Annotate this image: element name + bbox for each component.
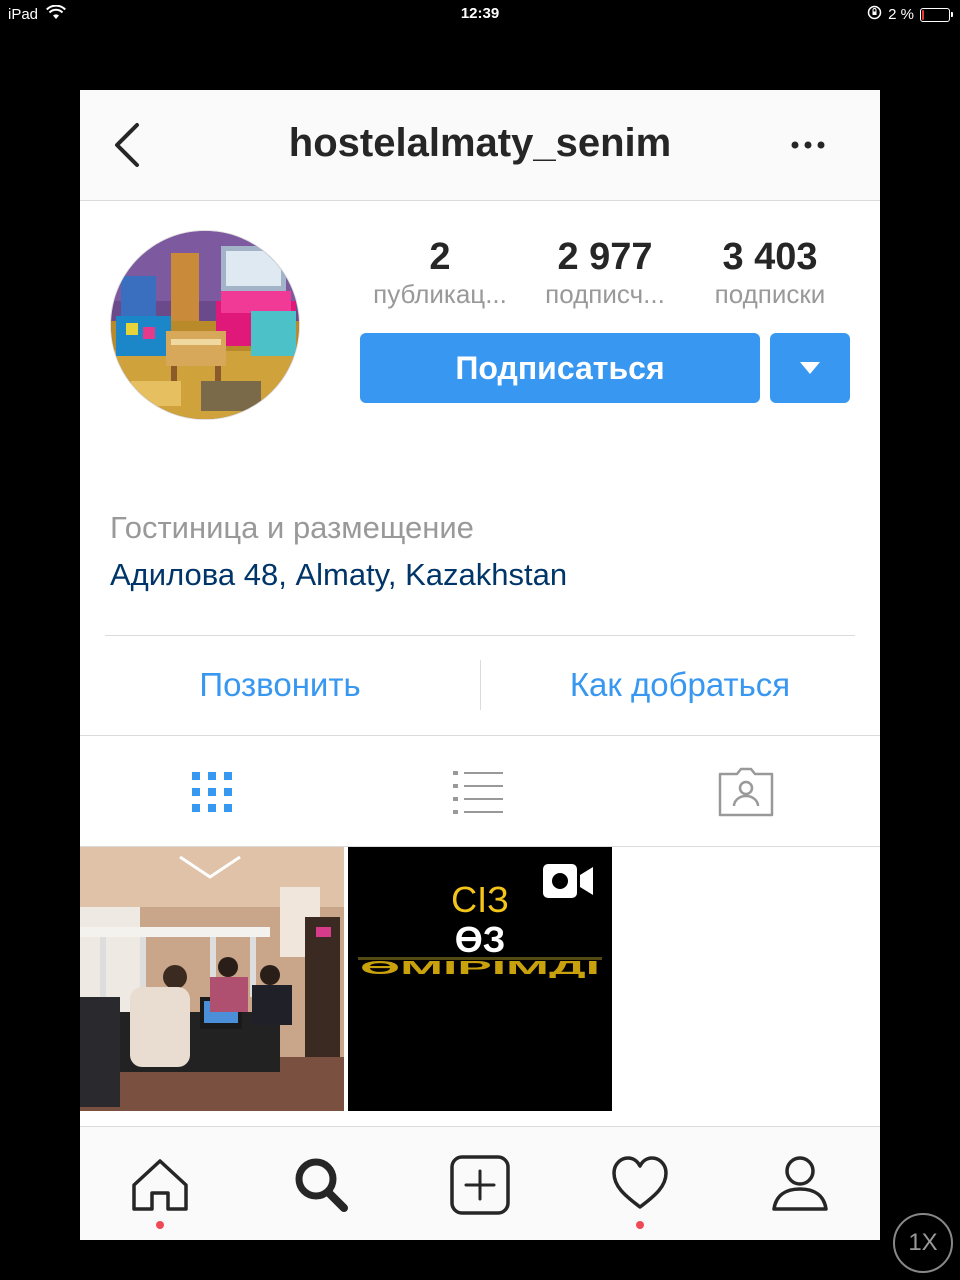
- directions-button[interactable]: Как добраться: [480, 660, 880, 710]
- follow-button[interactable]: Подписаться: [360, 333, 760, 403]
- followers-count: 2 977: [557, 236, 653, 278]
- tab-search[interactable]: [240, 1127, 400, 1240]
- divider: [105, 635, 855, 636]
- list-icon: [453, 771, 503, 814]
- svg-text:СІЗ: СІЗ: [451, 879, 509, 920]
- heart-icon: [612, 1156, 668, 1209]
- top-nav: hostelalmaty_senim: [80, 90, 880, 201]
- tab-new-post[interactable]: [400, 1127, 560, 1240]
- business-address-link[interactable]: Адилова 48, Almaty, Kazakhstan: [110, 557, 567, 593]
- tab-list[interactable]: [438, 756, 518, 828]
- following-count: 3 403: [722, 236, 818, 278]
- home-icon: [132, 1159, 188, 1211]
- activity-notification-dot: [636, 1221, 644, 1229]
- stat-followers[interactable]: 2 977 подписч...: [530, 235, 680, 309]
- stat-following[interactable]: 3 403 подписки: [695, 235, 845, 309]
- grid-icon: [192, 772, 232, 812]
- profile-username: hostelalmaty_senim: [288, 121, 672, 165]
- bottom-tab-bar: [80, 1126, 880, 1240]
- battery-fill: [922, 9, 924, 20]
- profile-view-tabs: [80, 735, 880, 847]
- posts-count: 2: [429, 236, 451, 278]
- profile-avatar[interactable]: [110, 230, 300, 420]
- battery-percent: 2 %: [888, 6, 914, 23]
- svg-text:ӨЗ: ӨЗ: [455, 919, 506, 960]
- search-icon: [295, 1158, 348, 1212]
- tab-home[interactable]: [80, 1127, 240, 1240]
- following-label: подписки: [714, 279, 826, 309]
- stat-posts[interactable]: 2 публикац...: [360, 235, 520, 309]
- posts-label: публикац...: [373, 279, 507, 309]
- post-photo-image: [80, 847, 344, 1111]
- call-button[interactable]: Позвонить: [80, 660, 480, 710]
- business-category: Гостиница и размещение: [110, 510, 474, 545]
- more-dots-icon: [791, 141, 825, 149]
- video-camera-icon: [543, 864, 593, 898]
- suggestions-dropdown-button[interactable]: [770, 333, 850, 403]
- tab-tagged[interactable]: [706, 756, 786, 828]
- profile-stats: 2 публикац... 2 977 подписч... 3 403 под…: [360, 235, 850, 315]
- zoom-toggle-button[interactable]: 1X: [893, 1213, 953, 1273]
- avatar-image: [111, 231, 299, 419]
- rotation-lock-icon: [867, 5, 882, 24]
- tab-profile[interactable]: [720, 1127, 880, 1240]
- home-notification-dot: [156, 1221, 164, 1229]
- add-post-icon: [450, 1155, 510, 1215]
- tab-grid[interactable]: [172, 756, 252, 828]
- status-right: 2 %: [867, 5, 953, 24]
- triangle-down-icon: [800, 362, 820, 374]
- status-time: 12:39: [460, 5, 500, 22]
- more-options-button[interactable]: [780, 130, 840, 160]
- svg-text:ӨМІРІМДІ: ӨМІРІМДІ: [360, 958, 600, 978]
- video-post-thumbnail[interactable]: СІЗ ӨЗ ӨМІРІМДІ: [348, 847, 612, 1111]
- tagged-icon: [718, 767, 774, 817]
- followers-label: подписч...: [545, 279, 665, 309]
- profile-icon: [772, 1156, 828, 1211]
- post-thumbnail[interactable]: [80, 847, 344, 1111]
- instagram-app: hostelalmaty_senim 2 публикац... 2 977 п…: [80, 90, 880, 1240]
- battery-icon: [920, 7, 953, 22]
- status-bar: iPad 12:39 2 %: [0, 0, 960, 28]
- tab-activity[interactable]: [560, 1127, 720, 1240]
